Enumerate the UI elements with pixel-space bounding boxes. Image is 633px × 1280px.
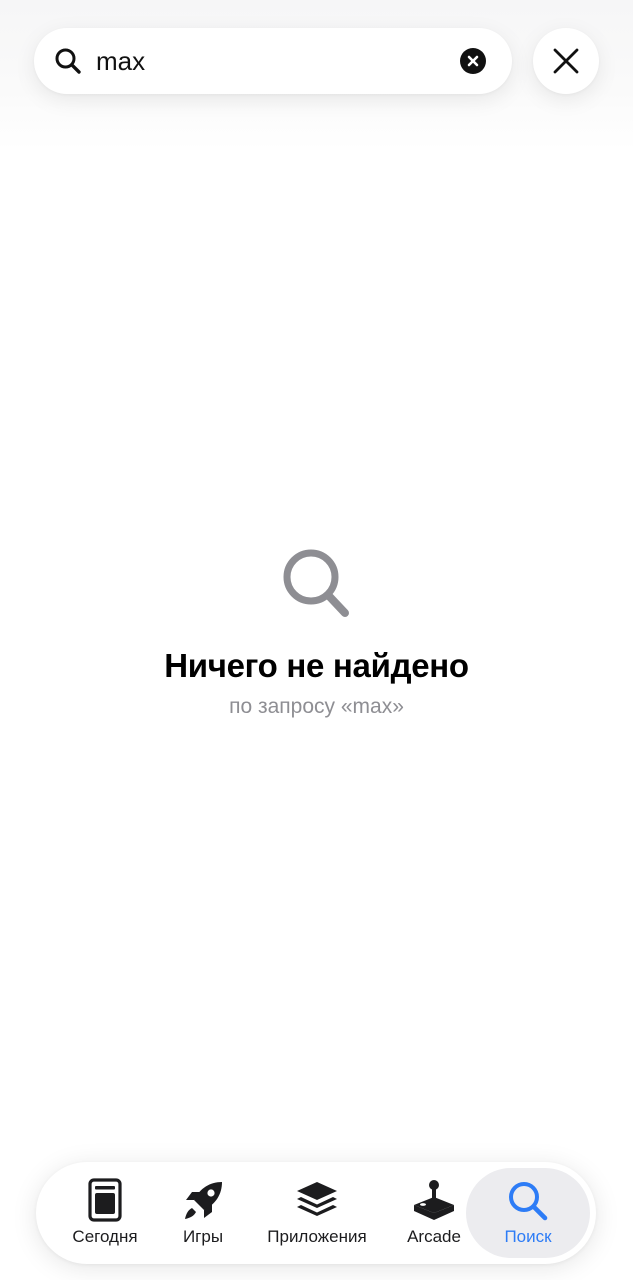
tab-games[interactable]: Игры xyxy=(164,1162,242,1264)
tab-label: Поиск xyxy=(504,1227,552,1246)
search-input[interactable]: max xyxy=(96,28,145,94)
search-icon xyxy=(54,47,82,75)
close-icon xyxy=(553,48,579,74)
tab-label: Игры xyxy=(182,1227,224,1246)
today-icon xyxy=(88,1178,122,1222)
clear-search-icon[interactable] xyxy=(460,48,486,74)
tab-label: Arcade xyxy=(407,1227,461,1246)
empty-state-title: Ничего не найдено xyxy=(164,647,469,684)
empty-state: Ничего не найдено по запросу «max» xyxy=(0,545,633,719)
tab-label: Приложения xyxy=(267,1227,367,1246)
apps-stack-icon xyxy=(297,1182,337,1216)
tab-today[interactable]: Сегодня xyxy=(58,1162,152,1264)
joystick-icon xyxy=(414,1180,454,1220)
close-search-button[interactable] xyxy=(533,28,599,94)
tab-apps[interactable]: Приложения xyxy=(256,1162,378,1264)
tab-bar: Сегодня Игры Приложения Arcade Поиск xyxy=(36,1162,596,1264)
search-field[interactable]: max xyxy=(34,28,512,94)
rocket-icon xyxy=(185,1182,222,1219)
tab-arcade[interactable]: Arcade xyxy=(394,1162,474,1264)
empty-state-subtitle: по запросу «max» xyxy=(229,695,404,718)
tab-search[interactable]: Поиск xyxy=(466,1162,590,1264)
tab-label: Сегодня xyxy=(72,1227,138,1246)
screen: max Ничего не найдено по запросу «max» С… xyxy=(0,0,633,1280)
search-icon xyxy=(509,1182,548,1221)
magnifying-glass-icon xyxy=(283,549,349,617)
